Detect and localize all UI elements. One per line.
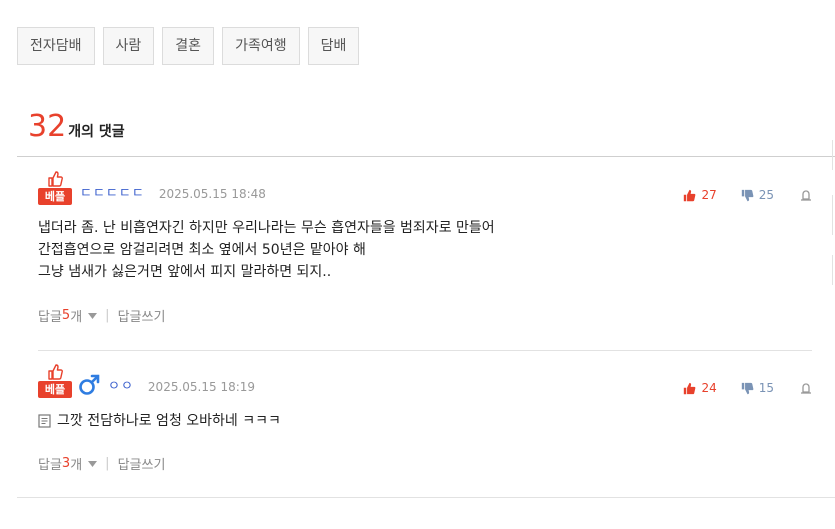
reply-prefix: 답글 [38,310,62,325]
tag-item[interactable]: 결혼 [162,27,215,65]
memo-icon [38,414,51,428]
write-reply-button[interactable]: 답글쓰기 [118,454,166,473]
caret-down-icon [88,460,98,467]
comment-date: 2025.05.15 18:48 [158,187,266,201]
reply-count: 5 [61,308,71,323]
vote-group: 27 25 [683,188,812,202]
divider [17,156,835,157]
comment-count-label: 개의 댓글 [68,124,125,140]
comment-date: 2025.05.15 18:19 [147,380,256,394]
thumb-down-icon [741,189,754,201]
comment-author[interactable]: ㅇㅇ [108,377,134,397]
upvote-count: 24 [701,381,717,395]
caret-down-icon [88,312,98,319]
comment-count-number: 32 [28,109,67,144]
thumb-up-icon [684,189,696,201]
downvote-count: 25 [758,188,774,202]
divider [832,140,833,170]
comment-meta: 베플 ㄷㄷㄷㄷㄷ 2025.05.15 18:48 27 25 [38,168,812,205]
best-label: 베플 [38,188,72,205]
upvote-button[interactable]: 24 [683,381,717,395]
comment-text-line: 그깟 전담하나로 엄청 오바하네 ㅋㅋㅋ [57,413,281,429]
write-reply-button[interactable]: 답글쓰기 [118,306,166,325]
comment-item: 베플 ㄷㄷㄷㄷㄷ 2025.05.15 18:48 27 25 냅더라 좀. 난… [38,168,812,325]
thumb-up-icon [48,171,63,187]
thumb-down-icon [741,382,754,394]
best-comment-badge: 베플 [38,171,72,205]
comment-item: 베플 ㅇㅇ 2025.05.15 18:19 24 15 그깟 전담하나로 엄청… [38,361,812,473]
reply-toggle[interactable]: 답글 3 개 [38,454,98,473]
downvote-button[interactable]: 15 [741,381,774,395]
tag-item[interactable]: 담배 [307,27,360,65]
male-icon [79,374,100,395]
tag-list: 전자담배 사람 결혼 가족여행 담배 [17,27,360,65]
divider [38,350,812,351]
downvote-count: 15 [758,381,774,395]
divider [832,195,833,235]
comment-body: 그깟 전담하나로 엄청 오바하네 ㅋㅋㅋ [38,410,812,432]
reply-toggle[interactable]: 답글 5 개 [38,306,98,325]
reply-count: 3 [61,456,71,471]
downvote-button[interactable]: 25 [741,188,774,202]
comment-author[interactable]: ㄷㄷㄷㄷㄷ [80,184,145,204]
tag-item[interactable]: 전자담배 [17,27,95,65]
divider [832,255,833,285]
vote-group: 24 15 [683,381,812,395]
best-label: 베플 [38,381,72,398]
reply-suffix: 개 [70,458,83,473]
tag-item[interactable]: 사람 [102,27,155,65]
comment-body: 냅더라 좀. 난 비흡연자긴 하지만 우리나라는 무슨 흡연자들을 범죄자로 만… [38,217,812,283]
thumb-up-icon [48,364,63,380]
thumb-up-icon [684,382,696,394]
separator: | [105,456,110,471]
reply-actions: 답글 5 개 | 답글쓰기 [38,306,812,325]
upvote-count: 27 [701,188,717,202]
comment-count-header: 32 개의 댓글 [28,110,125,144]
reply-suffix: 개 [70,310,83,325]
tag-item[interactable]: 가족여행 [222,27,300,65]
comment-text-line: 냅더라 좀. 난 비흡연자긴 하지만 우리나라는 무슨 흡연자들을 범죄자로 만… [38,220,495,236]
report-icon[interactable] [800,189,812,201]
reply-prefix: 답글 [38,458,62,473]
comment-text-line: 그냥 냄새가 싫은거면 앞에서 피지 말라하면 되지.. [38,264,332,280]
divider [17,497,835,498]
separator: | [105,308,110,323]
best-comment-badge: 베플 [38,364,72,398]
reply-actions: 답글 3 개 | 답글쓰기 [38,454,812,473]
upvote-button[interactable]: 27 [683,188,717,202]
comment-meta: 베플 ㅇㅇ 2025.05.15 18:19 24 15 [38,361,812,398]
report-icon[interactable] [800,382,812,394]
comment-text-line: 간접흡연으로 암걸리려면 최소 옆에서 50년은 맡아야 해 [38,242,366,258]
